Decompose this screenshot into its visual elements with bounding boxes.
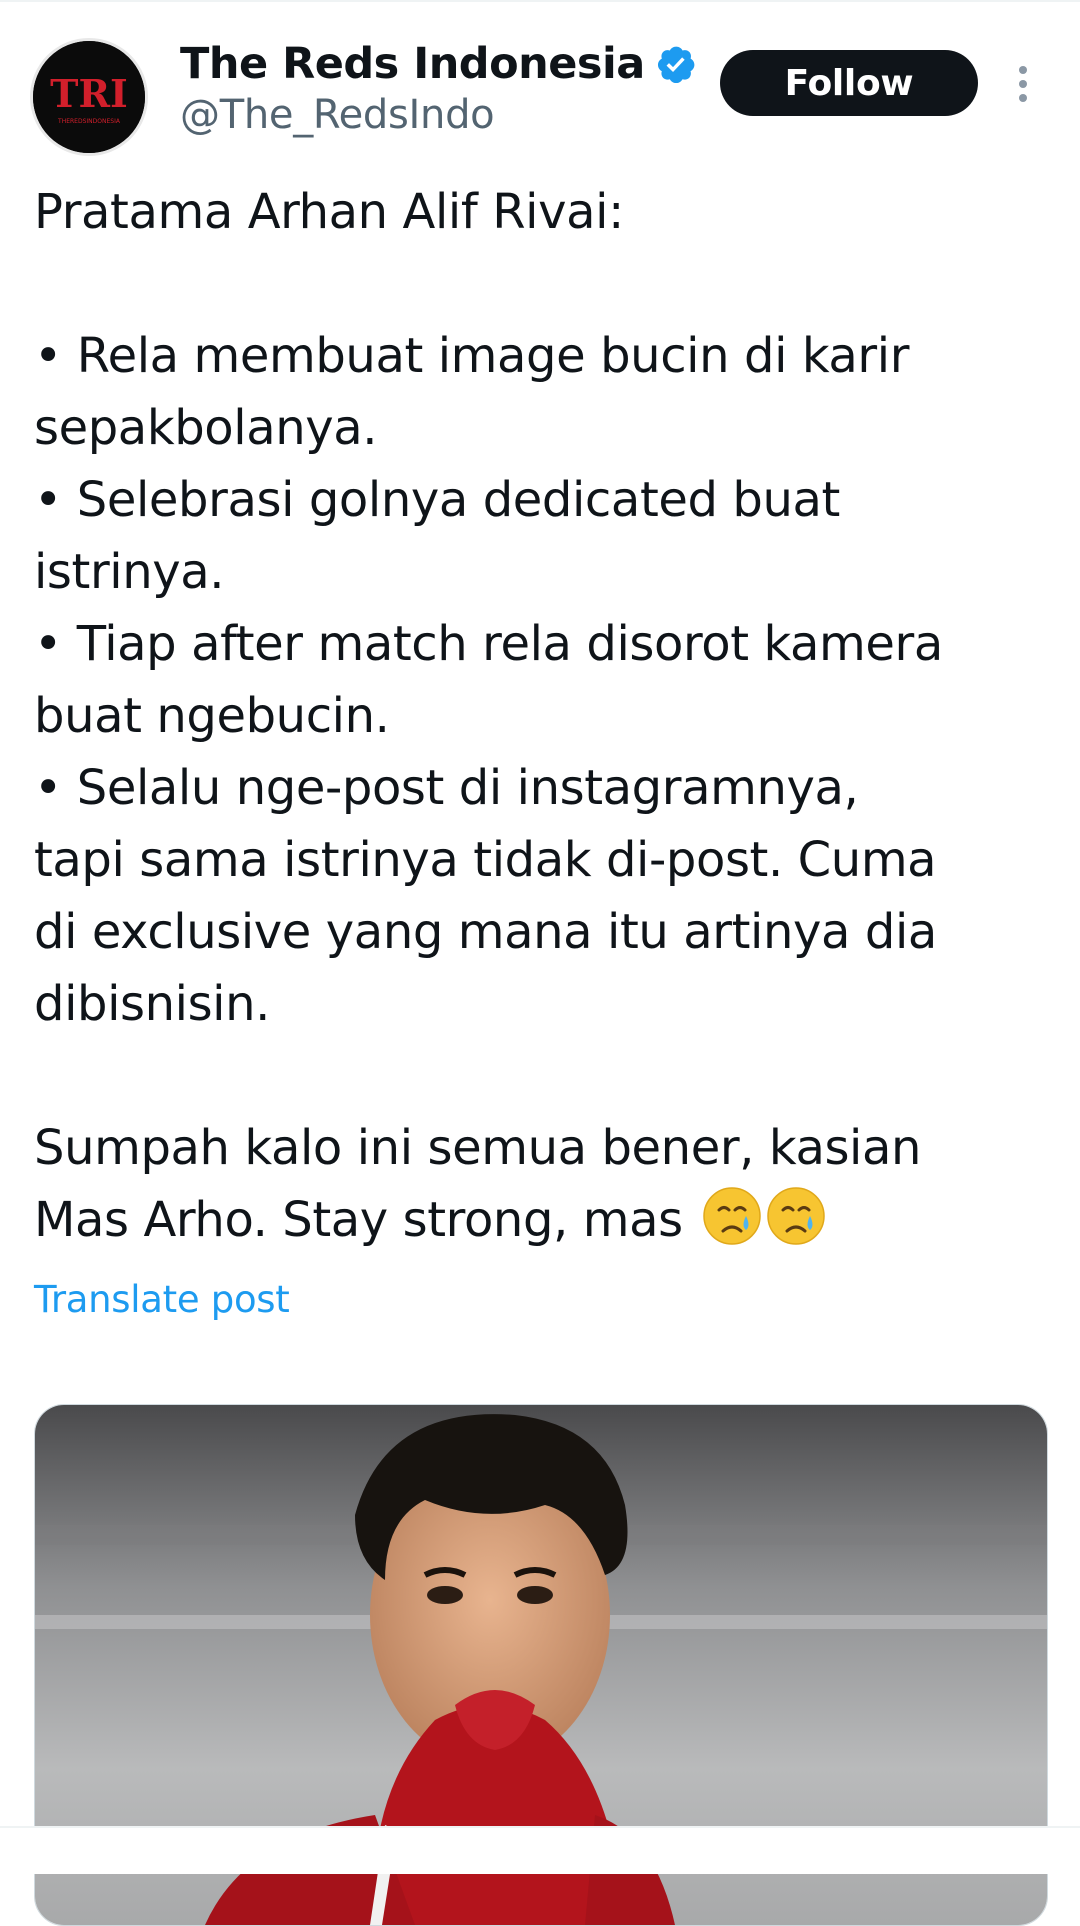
post-body: Pratama Arhan Alif Rivai: • Rela membuat… bbox=[34, 176, 1034, 1256]
display-name[interactable]: The Reds Indonesia bbox=[180, 39, 645, 89]
post-blank-line bbox=[34, 248, 1034, 320]
post-line: sepakbolanya. bbox=[34, 400, 378, 456]
author-name-row[interactable]: The Reds Indonesia bbox=[180, 36, 697, 92]
post-last-line-text: Mas Arho. Stay strong, mas bbox=[34, 1192, 683, 1248]
post-line: tapi sama istrinya tidak di-post. Cuma bbox=[34, 832, 937, 888]
svg-text:THEREDSINDONESIA: THEREDSINDONESIA bbox=[57, 118, 121, 125]
verified-badge-icon bbox=[655, 43, 697, 85]
crying-face-emoji bbox=[702, 1186, 762, 1246]
post-line: Pratama Arhan Alif Rivai: bbox=[34, 184, 624, 240]
post-line: • Tiap after match rela disorot kamera bbox=[34, 616, 943, 672]
post-line: istrinya. bbox=[34, 544, 225, 600]
translate-post-link[interactable]: Translate post bbox=[34, 1278, 290, 1321]
account-handle[interactable]: @The_RedsIndo bbox=[180, 92, 495, 138]
post-line: • Rela membuat image bucin di karir bbox=[34, 328, 910, 384]
post-line: buat ngebucin. bbox=[34, 688, 390, 744]
svg-text:TRI: TRI bbox=[50, 71, 128, 116]
more-vertical-icon[interactable] bbox=[1010, 62, 1036, 106]
post-line: • Selebrasi golnya dedicated buat bbox=[34, 472, 840, 528]
post-line: di exclusive yang mana itu artinya dia bbox=[34, 904, 937, 960]
team-logo-icon: TRI THEREDSINDONESIA bbox=[33, 41, 145, 153]
crying-face-emoji bbox=[766, 1186, 826, 1246]
post-line: • Selalu nge-post di instagramnya, bbox=[34, 760, 859, 816]
avatar[interactable]: TRI THEREDSINDONESIA bbox=[30, 38, 148, 156]
post-blank-line bbox=[34, 1040, 1034, 1112]
bottom-divider bbox=[0, 1826, 1080, 1874]
top-divider bbox=[0, 0, 1080, 2]
post-line: Sumpah kalo ini semua bener, kasian bbox=[34, 1120, 922, 1176]
post-last-line: Mas Arho. Stay strong, mas bbox=[34, 1184, 1034, 1256]
follow-button[interactable]: Follow bbox=[720, 50, 978, 116]
post-line: dibisnisin. bbox=[34, 976, 270, 1032]
